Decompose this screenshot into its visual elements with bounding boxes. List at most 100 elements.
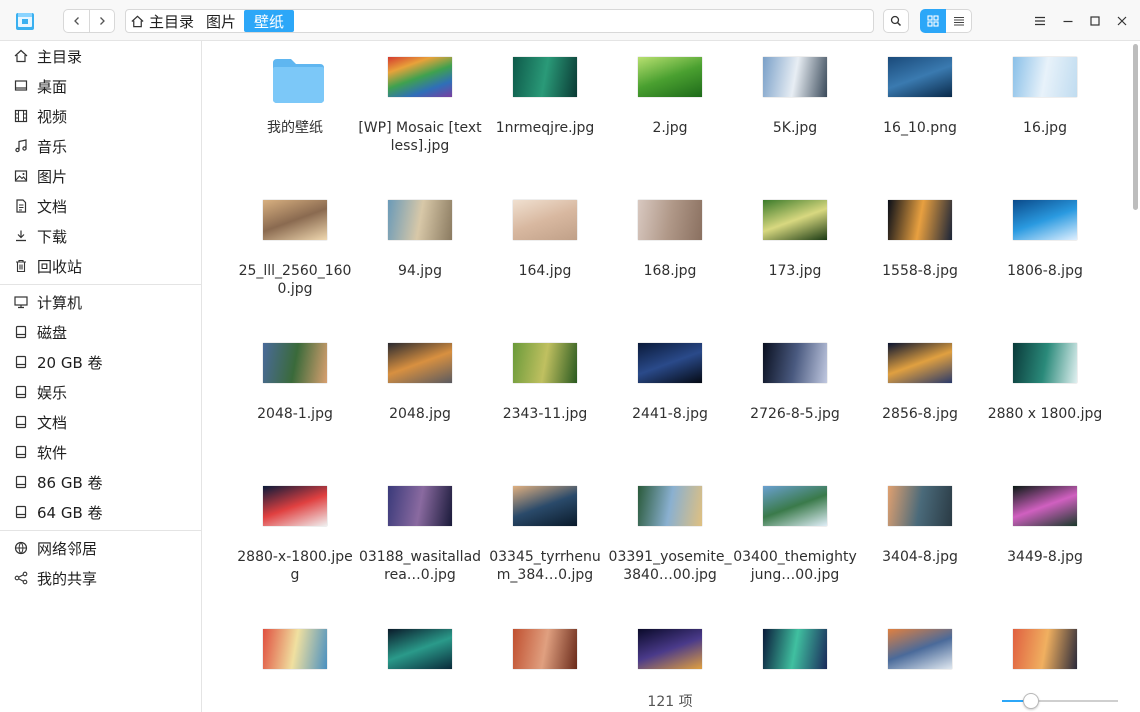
sidebar-item[interactable]: 娱乐 bbox=[0, 377, 201, 407]
file-item[interactable]: 173.jpg bbox=[733, 184, 857, 314]
sidebar-item-label: 64 GB 卷 bbox=[37, 503, 103, 522]
file-item[interactable]: [WP] Mosaic [textless].jpg bbox=[358, 41, 482, 171]
file-item[interactable]: 2856-8.jpg bbox=[858, 327, 982, 457]
file-item[interactable] bbox=[233, 613, 357, 712]
image-thumbnail bbox=[888, 629, 952, 669]
sidebar-item[interactable]: 下载 bbox=[0, 221, 201, 251]
image-thumbnail bbox=[1013, 486, 1077, 526]
file-item[interactable]: 1nrmeqjre.jpg bbox=[483, 41, 607, 171]
sidebar-item-label: 86 GB 卷 bbox=[37, 473, 103, 492]
back-button[interactable] bbox=[64, 10, 89, 32]
sidebar-item-label: 文档 bbox=[37, 197, 68, 216]
file-item[interactable]: 2.jpg bbox=[608, 41, 732, 171]
disk-icon bbox=[13, 504, 29, 520]
sidebar-item[interactable]: 86 GB 卷 bbox=[0, 467, 201, 497]
sidebar-item[interactable]: 桌面 bbox=[0, 71, 201, 101]
vertical-scrollbar[interactable] bbox=[1133, 44, 1138, 210]
disk-icon bbox=[13, 324, 29, 340]
file-name: 03188_wasitalladrea…0.jpg bbox=[358, 549, 482, 583]
image-thumbnail bbox=[513, 486, 577, 526]
file-item[interactable]: 5K.jpg bbox=[733, 41, 857, 171]
file-item[interactable] bbox=[358, 613, 482, 712]
image-thumbnail bbox=[388, 200, 452, 240]
image-thumbnail bbox=[388, 486, 452, 526]
file-item[interactable]: 3404-8.jpg bbox=[858, 470, 982, 600]
file-item[interactable]: 2726-8-5.jpg bbox=[733, 327, 857, 457]
sidebar-item-label: 我的共享 bbox=[37, 569, 98, 588]
image-thumbnail bbox=[888, 343, 952, 383]
icon-view-button[interactable] bbox=[920, 9, 946, 33]
sidebar-item[interactable]: 我的共享 bbox=[0, 563, 201, 593]
file-item[interactable]: 1806-8.jpg bbox=[983, 184, 1107, 314]
zoom-slider-handle[interactable] bbox=[1023, 693, 1039, 709]
close-button[interactable] bbox=[1111, 10, 1133, 32]
maximize-icon bbox=[1090, 16, 1100, 26]
breadcrumb-pictures[interactable]: 图片 bbox=[200, 10, 242, 32]
sidebar-item[interactable]: 回收站 bbox=[0, 251, 201, 281]
maximize-button[interactable] bbox=[1084, 10, 1106, 32]
image-thumbnail bbox=[638, 486, 702, 526]
image-thumbnail bbox=[1013, 57, 1077, 97]
sidebar-item[interactable]: 主目录 bbox=[0, 41, 201, 71]
file-item[interactable]: 168.jpg bbox=[608, 184, 732, 314]
image-thumbnail bbox=[263, 343, 327, 383]
sidebar-item[interactable]: 文档 bbox=[0, 407, 201, 437]
sidebar-item[interactable]: 磁盘 bbox=[0, 317, 201, 347]
file-item[interactable] bbox=[733, 613, 857, 712]
sidebar-item[interactable]: 音乐 bbox=[0, 131, 201, 161]
file-item[interactable]: 03400_themightyjung…00.jpg bbox=[733, 470, 857, 600]
image-thumbnail bbox=[638, 343, 702, 383]
search-button[interactable] bbox=[883, 9, 909, 33]
sidebar-item[interactable]: 20 GB 卷 bbox=[0, 347, 201, 377]
sidebar-item[interactable]: 网络邻居 bbox=[0, 533, 201, 563]
image-thumbnail bbox=[513, 57, 577, 97]
file-name: 2048-1.jpg bbox=[257, 406, 333, 422]
file-item[interactable]: 25_lll_2560_1600.jpg bbox=[233, 184, 357, 314]
close-icon bbox=[1117, 16, 1127, 26]
sidebar-item[interactable]: 视频 bbox=[0, 101, 201, 131]
view-mode-switch bbox=[920, 9, 972, 33]
sidebar-item-label: 音乐 bbox=[37, 137, 68, 156]
file-item[interactable]: 2880 x 1800.jpg bbox=[983, 327, 1107, 457]
image-thumbnail bbox=[513, 200, 577, 240]
sidebar-item[interactable]: 文档 bbox=[0, 191, 201, 221]
file-name: 173.jpg bbox=[768, 263, 822, 279]
image-thumbnail bbox=[888, 486, 952, 526]
file-item[interactable]: 2441-8.jpg bbox=[608, 327, 732, 457]
file-item[interactable]: 1558-8.jpg bbox=[858, 184, 982, 314]
list-view-button[interactable] bbox=[946, 9, 972, 33]
sidebar-item[interactable]: 软件 bbox=[0, 437, 201, 467]
file-item[interactable]: 16.jpg bbox=[983, 41, 1107, 171]
file-item[interactable] bbox=[858, 613, 982, 712]
minimize-button[interactable] bbox=[1057, 10, 1079, 32]
forward-button[interactable] bbox=[89, 10, 114, 32]
breadcrumb-home[interactable]: 主目录 bbox=[126, 10, 200, 32]
image-thumbnail bbox=[388, 629, 452, 669]
image-thumbnail bbox=[763, 486, 827, 526]
file-item[interactable]: 2343-11.jpg bbox=[483, 327, 607, 457]
list-icon bbox=[953, 16, 964, 26]
main-menu-button[interactable] bbox=[1029, 10, 1051, 32]
file-item[interactable]: 03188_wasitalladrea…0.jpg bbox=[358, 470, 482, 600]
file-item[interactable]: 3449-8.jpg bbox=[983, 470, 1107, 600]
file-item[interactable]: 164.jpg bbox=[483, 184, 607, 314]
file-item[interactable] bbox=[483, 613, 607, 712]
file-name: 03400_themightyjung…00.jpg bbox=[733, 549, 857, 583]
breadcrumb-current[interactable]: 壁纸 bbox=[244, 10, 295, 32]
file-item[interactable]: 2048-1.jpg bbox=[233, 327, 357, 457]
folder-item[interactable]: 我的壁纸 bbox=[233, 41, 357, 171]
sidebar-item[interactable]: 64 GB 卷 bbox=[0, 497, 201, 527]
disk-icon bbox=[13, 354, 29, 370]
sidebar-item[interactable]: 计算机 bbox=[0, 287, 201, 317]
file-item[interactable]: 94.jpg bbox=[358, 184, 482, 314]
file-item[interactable]: 2880-x-1800.jpeg bbox=[233, 470, 357, 600]
home-icon bbox=[131, 15, 144, 27]
file-name: 2880 x 1800.jpg bbox=[987, 406, 1103, 422]
file-item[interactable] bbox=[983, 613, 1107, 712]
file-item[interactable]: 2048.jpg bbox=[358, 327, 482, 457]
file-item[interactable]: 16_10.png bbox=[858, 41, 982, 171]
file-item[interactable]: 03391_yosemite_3840…00.jpg bbox=[608, 470, 732, 600]
file-name: 2.jpg bbox=[652, 120, 688, 136]
file-item[interactable]: 03345_tyrrhenum_384…0.jpg bbox=[483, 470, 607, 600]
sidebar-item[interactable]: 图片 bbox=[0, 161, 201, 191]
